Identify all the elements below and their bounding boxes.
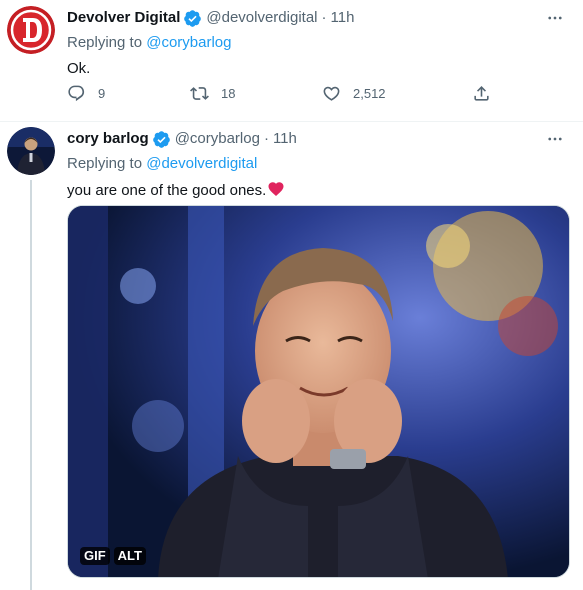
like-count: 2,512 (353, 86, 386, 101)
timestamp[interactable]: 11h (331, 8, 355, 28)
handle[interactable]: @corybarlog (175, 129, 260, 149)
reply-button[interactable]: 9 (67, 84, 105, 103)
tweet-text-container: you are one of the good ones. (67, 180, 573, 201)
more-icon[interactable] (543, 8, 567, 28)
retweet-icon (190, 87, 209, 100)
tweet-header: Devolver Digital @devolverdigital · 11h (67, 8, 573, 28)
replying-label: Replying to (67, 34, 143, 51)
tweet-text: Ok. (67, 60, 91, 77)
more-icon[interactable] (543, 129, 567, 149)
retweet-count: 18 (221, 86, 236, 101)
like-button[interactable]: 2,512 (322, 84, 386, 103)
replying-to: Replying to @devolverdigital (67, 154, 573, 174)
separator-dot: · (263, 130, 269, 147)
avatar-devolver[interactable] (7, 6, 55, 54)
handle[interactable]: @devolverdigital (206, 8, 317, 28)
profile-photo (7, 127, 55, 175)
gif-image (68, 206, 569, 577)
verified-badge-icon (152, 130, 170, 148)
gif-media[interactable]: GIF ALT (67, 205, 570, 578)
tweet-cory[interactable]: cory barlog @corybarlog · 11h Replying t… (0, 122, 583, 590)
mention-link[interactable]: @corybarlog (146, 34, 231, 51)
tweet-content: Devolver Digital @devolverdigital · 11h … (67, 8, 573, 79)
retweet-button[interactable]: 18 (190, 84, 235, 103)
tweet-header: cory barlog @corybarlog · 11h (67, 129, 573, 149)
timestamp[interactable]: 11h (273, 129, 297, 149)
verified-badge-icon (184, 9, 202, 27)
mention-link[interactable]: @devolverdigital (146, 155, 257, 172)
reply-icon (68, 85, 85, 102)
tweet-devolver[interactable]: Devolver Digital @devolverdigital · 11h … (0, 0, 583, 122)
share-icon (474, 86, 489, 101)
tweet-actions: 9 18 2,512 (67, 84, 507, 104)
heart-icon (323, 86, 340, 101)
gif-badge: GIF (80, 547, 110, 565)
display-name[interactable]: Devolver Digital (67, 8, 180, 28)
devolver-logo-icon (7, 6, 55, 54)
separator-dot: · (321, 9, 327, 26)
replying-label: Replying to (67, 155, 143, 172)
thread-line (30, 180, 32, 590)
red-heart-emoji (268, 182, 284, 197)
display-name[interactable]: cory barlog (67, 129, 149, 149)
tweet-text: you are one of the good ones. (67, 182, 267, 199)
share-button[interactable] (472, 84, 491, 103)
tweet-content: cory barlog @corybarlog · 11h Replying t… (67, 129, 573, 201)
reply-count: 9 (98, 86, 106, 101)
replying-to: Replying to @corybarlog (67, 33, 573, 53)
alt-badge[interactable]: ALT (113, 547, 146, 565)
avatar-cory[interactable] (7, 127, 55, 175)
media-badges: GIF ALT (80, 547, 150, 565)
